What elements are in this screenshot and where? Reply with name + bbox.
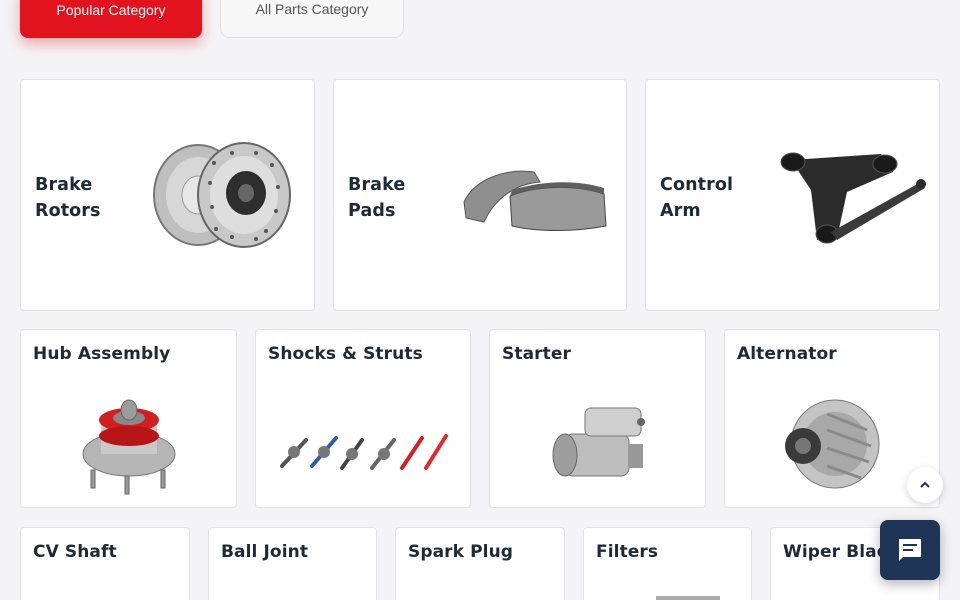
category-title: Hub Assembly — [33, 344, 171, 364]
tab-all-parts-category[interactable]: All Parts Category — [220, 0, 404, 38]
title-line: Arm — [660, 201, 701, 221]
shocks-struts-image — [280, 434, 448, 470]
chevron-up-icon — [920, 481, 930, 488]
brake-pads-image — [463, 170, 607, 231]
title-line: Pads — [348, 201, 396, 221]
category-title: Starter — [502, 344, 571, 364]
tab-popular-category[interactable]: Popular Category — [20, 0, 202, 38]
category-title: Ball Joint — [221, 542, 309, 562]
category-title: Filters — [596, 542, 659, 562]
title-line: Brake — [348, 175, 406, 195]
category-title: Alternator — [737, 344, 837, 364]
category-card-filters[interactable]: Filters — [583, 527, 752, 600]
category-title: Shocks & Struts — [268, 344, 423, 364]
category-card-cv-shaft[interactable]: CV Shaft — [20, 527, 190, 600]
starter-image — [552, 407, 645, 477]
category-card-shocks-struts[interactable]: Shocks & Struts — [255, 329, 471, 508]
category-title: Brake Pads — [348, 172, 405, 224]
filter-image — [656, 596, 720, 600]
category-title: Spark Plug — [408, 542, 514, 562]
alternator-image — [785, 399, 880, 489]
category-card-brake-rotors[interactable]: Brake Rotors — [20, 79, 315, 311]
title-line: Control — [660, 175, 734, 195]
category-card-ball-joint[interactable]: Ball Joint — [208, 527, 377, 600]
category-card-control-arm[interactable]: Control Arm — [645, 79, 940, 311]
title-line: Rotors — [35, 201, 101, 221]
control-arm-image — [780, 152, 926, 244]
category-card-starter[interactable]: Starter — [489, 329, 706, 508]
category-card-spark-plug[interactable]: Spark Plug — [395, 527, 565, 600]
brake-rotors-image — [153, 142, 291, 248]
category-card-brake-pads[interactable]: Brake Pads — [333, 79, 627, 311]
title-line: Brake — [35, 175, 93, 195]
hub-assembly-image — [82, 399, 176, 495]
category-title: Brake Rotors — [35, 172, 101, 224]
category-title: CV Shaft — [33, 542, 117, 562]
category-tabs: Popular Category All Parts Category — [20, 0, 404, 38]
category-title: Control Arm — [660, 172, 733, 224]
chat-button[interactable] — [880, 520, 940, 580]
category-card-hub-assembly[interactable]: Hub Assembly — [20, 329, 237, 508]
scroll-to-top-button[interactable] — [907, 467, 943, 503]
chat-icon — [899, 539, 921, 561]
